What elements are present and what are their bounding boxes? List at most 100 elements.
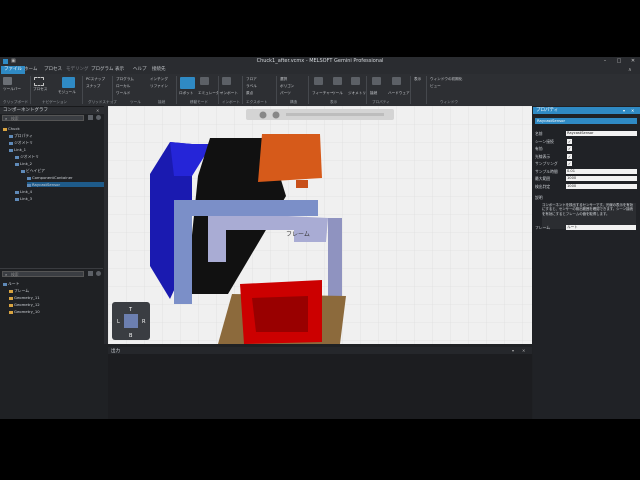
- geometry-item[interactable]: Geometry_11: [9, 295, 40, 300]
- ribbon-polygon-label[interactable]: ポリゴン: [280, 84, 294, 89]
- property-row: サンプリング ✓: [535, 161, 638, 167]
- ribbon-snap-label[interactable]: スナップ: [86, 84, 100, 89]
- timeline-slider[interactable]: [286, 113, 384, 116]
- minimize-button[interactable]: –: [598, 57, 612, 66]
- property-value[interactable]: 1000: [566, 176, 637, 181]
- menu-connection[interactable]: 接続先: [149, 66, 169, 74]
- settings-icon[interactable]: [96, 115, 101, 120]
- menu-bar: ファイル ホーム プロセス モデリング プログラム 表示 ヘルプ 接続先 ∧: [0, 66, 640, 74]
- ribbon-refine-label[interactable]: リファイン: [150, 84, 168, 89]
- close-icon[interactable]: ✕: [631, 108, 634, 113]
- tree-item[interactable]: Link_1: [9, 147, 26, 152]
- geometry-item[interactable]: フレーム: [9, 288, 29, 294]
- ribbon-world-label[interactable]: ワールド: [116, 91, 130, 96]
- ribbon-program-label[interactable]: プログラム: [116, 77, 134, 82]
- node-icon: [15, 162, 19, 166]
- property-value[interactable]: RaycastSensor: [566, 131, 637, 136]
- ribbon-floor-label[interactable]: フロア: [246, 77, 257, 82]
- ribbon-geometry-label[interactable]: ジオメトリ: [348, 91, 366, 96]
- tree-item[interactable]: Link_2: [15, 161, 32, 166]
- ribbon-pcsnap-label[interactable]: PCスナップ: [86, 77, 105, 82]
- ribbon-local-label[interactable]: ローカル: [116, 84, 130, 89]
- nav-cube-right[interactable]: R: [142, 319, 146, 325]
- geometry-item[interactable]: ルート: [3, 281, 19, 287]
- filter-icon[interactable]: [88, 271, 93, 276]
- geometry-icon[interactable]: [351, 77, 360, 85]
- ribbon-select-label[interactable]: 選択: [280, 77, 287, 82]
- tree-item[interactable]: Link_3: [15, 196, 32, 201]
- property-label: 名前: [535, 131, 543, 136]
- ribbon-import-label[interactable]: インポート: [220, 91, 238, 96]
- connect-icon[interactable]: [372, 77, 381, 85]
- property-checkbox[interactable]: ✓: [567, 161, 572, 166]
- play-icon[interactable]: [272, 111, 280, 119]
- ribbon-feature-label[interactable]: フィーチャー: [312, 91, 333, 96]
- nav-cube-left[interactable]: L: [117, 319, 120, 325]
- ribbon-inching-label[interactable]: インチング: [150, 77, 168, 82]
- import-icon[interactable]: [222, 77, 231, 85]
- node-icon: [27, 176, 31, 180]
- ribbon-parts-label[interactable]: パーツ: [280, 91, 291, 96]
- menu-help[interactable]: ヘルプ: [130, 66, 150, 74]
- ribbon-view-label[interactable]: ビュー: [430, 84, 441, 89]
- tree-item[interactable]: ComponentContainer: [27, 175, 73, 180]
- maximize-button[interactable]: □: [612, 57, 626, 66]
- select-icon[interactable]: [34, 77, 44, 86]
- ribbon-label-label[interactable]: ラベル: [246, 84, 257, 89]
- tool-icon[interactable]: [333, 77, 342, 85]
- tree-item-label: RaycastSensor: [32, 182, 61, 187]
- property-value[interactable]: 0.01: [566, 168, 637, 174]
- pin-icon[interactable]: ▾: [623, 108, 625, 113]
- emulator-icon[interactable]: [200, 77, 209, 85]
- ribbon-toolbar-label[interactable]: ツールバー: [3, 87, 21, 92]
- ribbon-origin-label[interactable]: 原点: [246, 91, 253, 96]
- tree-item-label: Chuck: [8, 126, 20, 131]
- geometry-item[interactable]: Geometry_10: [9, 309, 40, 314]
- tree-item[interactable]: RaycastSensor: [27, 182, 104, 187]
- tree-item[interactable]: ビヘイビア: [21, 168, 45, 174]
- ribbon-display-label[interactable]: 表示: [414, 77, 421, 82]
- geometry-item[interactable]: Geometry_12: [9, 302, 40, 307]
- geometry-search-box[interactable]: ⌕ 検索: [2, 271, 84, 277]
- pin-icon[interactable]: ▾: [512, 348, 514, 353]
- feature-icon[interactable]: [314, 77, 323, 85]
- property-label: サンプリング: [535, 161, 558, 166]
- nav-cube-bottom[interactable]: B: [129, 333, 133, 339]
- component-search-box[interactable]: ⌕ 検索: [2, 115, 84, 121]
- ribbon-process-label[interactable]: プロセス: [33, 87, 47, 92]
- tree-item[interactable]: Link_4: [15, 189, 32, 194]
- ribbon-tool-label[interactable]: ツール: [332, 91, 343, 96]
- menu-process[interactable]: プロセス: [41, 66, 65, 74]
- property-checkbox[interactable]: ✓: [567, 153, 572, 159]
- ribbon-collapse-icon[interactable]: ∧: [628, 67, 632, 73]
- tree-item[interactable]: Chuck: [3, 126, 20, 131]
- rewind-icon[interactable]: [259, 111, 267, 119]
- tree-item[interactable]: ジオメトリ: [15, 154, 39, 160]
- settings-icon[interactable]: [96, 271, 101, 276]
- menu-view[interactable]: 表示: [112, 66, 127, 74]
- menu-home[interactable]: ホーム: [21, 66, 40, 74]
- panel-close-icon[interactable]: ✕: [96, 108, 99, 113]
- filter-icon[interactable]: [88, 115, 93, 120]
- ribbon-robot-label[interactable]: ロボット: [179, 91, 193, 96]
- 3d-viewport[interactable]: フレーム T L R B: [108, 106, 532, 344]
- ribbon-module-label[interactable]: モジュール: [58, 90, 76, 95]
- ribbon-reset-window-label[interactable]: ウィンドウの初期化: [430, 77, 462, 82]
- close-button[interactable]: ✕: [626, 57, 640, 66]
- tree-item[interactable]: プロパティ: [9, 133, 33, 139]
- property-checkbox[interactable]: ✓: [567, 138, 572, 144]
- property-checkbox[interactable]: ✓: [567, 146, 572, 151]
- frame-property-select[interactable]: ルート: [566, 225, 636, 230]
- robot-icon[interactable]: [180, 77, 195, 89]
- geometry-icon: [9, 310, 13, 314]
- hardware-icon[interactable]: [392, 77, 401, 85]
- tree-item[interactable]: ジオメトリ: [9, 140, 33, 146]
- ribbon-hardware-label[interactable]: ハードウェア: [388, 91, 410, 96]
- module-icon[interactable]: [62, 77, 75, 88]
- geometry-item-label: Geometry_12: [14, 302, 40, 307]
- property-value[interactable]: 1000: [566, 183, 637, 189]
- paste-icon[interactable]: [3, 77, 12, 85]
- ribbon-connect-label[interactable]: 接続: [370, 91, 377, 96]
- geometry-icon: [9, 289, 13, 293]
- close-icon[interactable]: ✕: [522, 348, 525, 353]
